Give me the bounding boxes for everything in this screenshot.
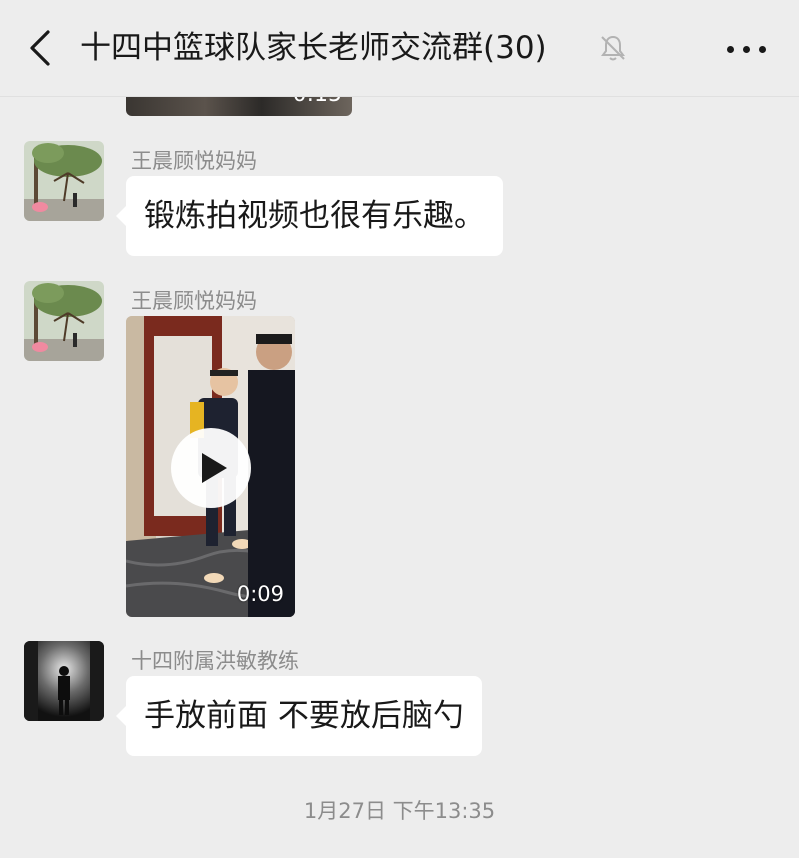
avatar[interactable] [24, 281, 104, 361]
text-message-bubble[interactable]: 锻炼拍视频也很有乐趣。 [116, 176, 503, 256]
avatar[interactable] [24, 641, 104, 721]
chevron-left-icon [30, 30, 50, 66]
back-button[interactable] [22, 26, 62, 70]
sender-name: 王晨顾悦妈妈 [131, 289, 257, 313]
bell-muted-icon [598, 33, 628, 63]
play-button[interactable] [171, 428, 251, 508]
video-duration: 0:09 [236, 582, 284, 606]
sender-name: 十四附属洪敏教练 [131, 649, 299, 673]
chat-header: 十四中篮球队家长老师交流群(30) [0, 0, 799, 97]
previous-video-message[interactable]: 0:15 [126, 96, 352, 116]
sender-name: 王晨顾悦妈妈 [131, 149, 257, 173]
play-icon [171, 428, 251, 508]
video-message[interactable]: 0:09 [126, 316, 295, 617]
video-duration: 0:15 [293, 96, 342, 107]
chat-title: 十四中篮球队家长老师交流群(30) [80, 30, 547, 66]
more-options-button[interactable] [724, 34, 768, 64]
more-dot-icon [759, 46, 766, 53]
more-dot-icon [743, 46, 750, 53]
more-dot-icon [727, 46, 734, 53]
avatar[interactable] [24, 141, 104, 221]
text-message-bubble[interactable]: 手放前面 不要放后脑勺 [116, 676, 482, 756]
message-timestamp: 1月27日 下午13:35 [303, 799, 496, 823]
